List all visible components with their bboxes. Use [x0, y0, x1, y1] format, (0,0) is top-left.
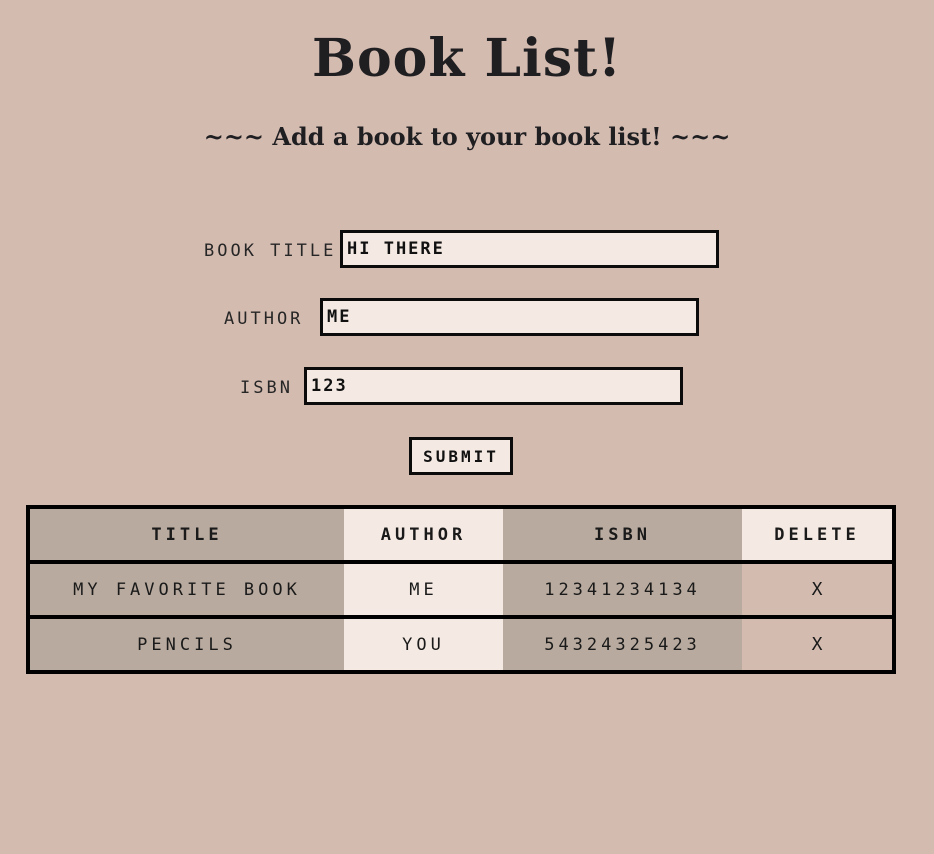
page-subtitle: ~~~ Add a book to your book list! ~~~: [203, 122, 731, 151]
cell-author: Me: [344, 560, 503, 617]
isbn-input[interactable]: [304, 367, 683, 405]
cell-author: You: [344, 615, 503, 672]
delete-button[interactable]: X: [812, 579, 823, 600]
book-title-label: Book Title: [204, 241, 337, 261]
book-title-input[interactable]: [340, 230, 719, 268]
isbn-label: ISBN: [240, 378, 293, 398]
cell-isbn: 12341234134: [503, 560, 742, 617]
table-row: My Favorite Book Me 12341234134 X: [28, 560, 894, 617]
cell-delete: X: [742, 615, 894, 672]
author-label: Author: [224, 309, 304, 329]
cell-title: My Favorite Book: [28, 560, 344, 617]
header-delete: Delete: [742, 507, 894, 562]
delete-button[interactable]: X: [812, 634, 823, 655]
table-header-row: Title Author ISBN Delete: [28, 507, 894, 562]
submit-button[interactable]: Submit: [409, 437, 513, 475]
page-title: Book List!: [312, 28, 622, 89]
cell-title: Pencils: [28, 615, 344, 672]
cell-delete: X: [742, 560, 894, 617]
table-row: Pencils You 54324325423 X: [28, 615, 894, 672]
header-title: Title: [28, 507, 344, 562]
author-input[interactable]: [320, 298, 699, 336]
header-author: Author: [344, 507, 503, 562]
header-isbn: ISBN: [503, 507, 742, 562]
cell-isbn: 54324325423: [503, 615, 742, 672]
book-table: Title Author ISBN Delete My Favorite Boo…: [26, 505, 896, 674]
